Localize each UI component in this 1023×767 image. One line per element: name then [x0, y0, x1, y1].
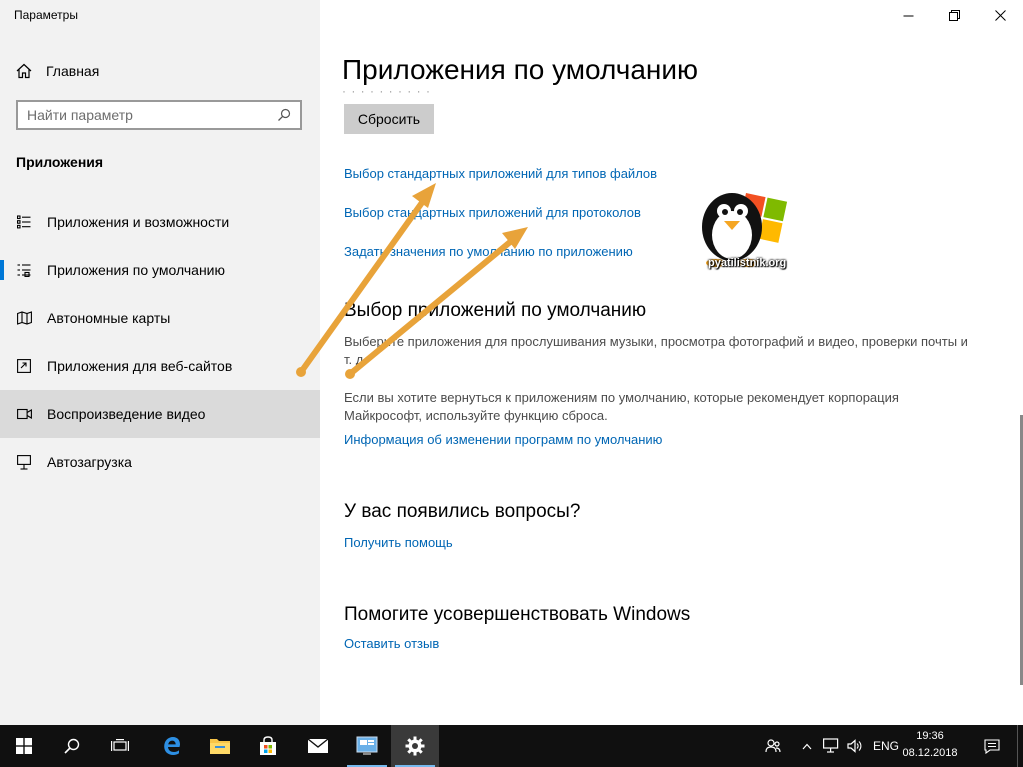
people-icon: [765, 739, 781, 753]
task-view-icon: [111, 739, 129, 751]
apps-features-icon: [16, 214, 32, 230]
sidebar: Параметры Главная Приложения Приложения …: [0, 0, 320, 725]
store-button[interactable]: [244, 725, 292, 767]
volume-button[interactable]: [844, 725, 866, 767]
section-title: Приложения: [16, 154, 104, 170]
close-icon: [994, 9, 1006, 21]
offline-maps-icon: [16, 310, 32, 326]
home-label: Главная: [46, 63, 100, 79]
default-apps-icon: [16, 262, 32, 278]
improve-heading: Помогите усовершенствовать Windows: [344, 604, 691, 625]
sidebar-nav: Приложения и возможности Приложения по у…: [0, 198, 320, 486]
clock-time: 19:36: [916, 730, 944, 742]
search-icon: [64, 738, 80, 754]
sidebar-item-label: Автономные карты: [47, 310, 171, 326]
apps-for-websites-icon: [16, 358, 32, 374]
search-box[interactable]: [16, 100, 302, 130]
main-content: Приложения по умолчанию · · · · · · · · …: [320, 0, 1023, 725]
task-view-button[interactable]: [96, 725, 144, 767]
volume-icon: [847, 739, 862, 753]
network-button[interactable]: [820, 725, 842, 767]
home-icon: [16, 63, 32, 79]
folder-icon: [210, 739, 230, 754]
notifications-icon: [984, 738, 1000, 754]
action-center-button[interactable]: [978, 725, 1006, 767]
show-desktop-button[interactable]: [1017, 725, 1023, 767]
feedback-link[interactable]: Оставить отзыв: [344, 636, 439, 651]
minimize-button[interactable]: [885, 0, 931, 30]
window-title: Параметры: [14, 8, 78, 22]
file-explorer-button[interactable]: [196, 725, 244, 767]
reset-button[interactable]: Сбросить: [344, 104, 434, 134]
sidebar-item-label: Приложения и возможности: [47, 214, 230, 230]
edge-button[interactable]: [148, 725, 196, 767]
scrolled-text-remnant: · · · · · · · · · ·: [342, 84, 431, 98]
control-panel-icon: [356, 736, 378, 755]
reset-description: Если вы хотите вернуться к приложениям п…: [344, 390, 899, 423]
maximize-button[interactable]: [931, 0, 977, 30]
mail-button[interactable]: [294, 725, 342, 767]
search-input[interactable]: [18, 102, 274, 128]
sidebar-item-apps-features[interactable]: Приложения и возможности: [0, 198, 320, 246]
close-button[interactable]: [977, 0, 1023, 30]
sidebar-item-apps-for-websites[interactable]: Приложения для веб-сайтов: [0, 342, 320, 390]
file-types-link[interactable]: Выбор стандартных приложений для типов ф…: [344, 166, 657, 181]
home-link[interactable]: Главная: [16, 60, 99, 82]
sidebar-item-video-playback[interactable]: Воспроизведение видео: [0, 390, 320, 438]
language-indicator[interactable]: ENG: [870, 725, 902, 767]
windows-start-icon: [16, 738, 32, 754]
mail-icon: [307, 738, 329, 753]
people-button[interactable]: [760, 725, 786, 767]
choose-defaults-heading: Выбор приложений по умолчанию: [344, 300, 647, 321]
sidebar-item-startup[interactable]: Автозагрузка: [0, 438, 320, 486]
clock-date: 08.12.2018: [902, 747, 958, 759]
get-help-link[interactable]: Получить помощь: [344, 535, 453, 550]
restore-icon: [948, 9, 960, 21]
start-button[interactable]: [0, 725, 48, 767]
taskbar: ENG 19:36 08.12.2018: [0, 725, 1023, 767]
clock[interactable]: 19:36 08.12.2018: [900, 728, 960, 762]
set-defaults-by-app-link[interactable]: Задать значения по умолчанию по приложен…: [344, 244, 633, 259]
info-change-defaults-link[interactable]: Информация об изменении программ по умол…: [344, 432, 662, 447]
sidebar-item-label: Воспроизведение видео: [47, 406, 206, 422]
protocols-link[interactable]: Выбор стандартных приложений для протоко…: [344, 205, 641, 220]
sidebar-item-label: Приложения по умолчанию: [47, 262, 225, 278]
sidebar-item-label: Автозагрузка: [47, 454, 132, 470]
startup-icon: [16, 454, 32, 470]
page-title: Приложения по умолчанию: [342, 54, 708, 86]
search-taskbar-button[interactable]: [48, 725, 96, 767]
gear-icon: [405, 736, 425, 756]
network-icon: [823, 738, 839, 753]
logo-text: pyatilistnik.org: [708, 257, 787, 269]
site-logo: pyatilistnik.org: [694, 183, 800, 279]
chevron-up-icon: [802, 743, 812, 749]
sidebar-item-label: Приложения для веб-сайтов: [47, 358, 233, 374]
store-icon: [260, 736, 276, 755]
show-hidden-icons-button[interactable]: [796, 725, 818, 767]
sidebar-item-default-apps[interactable]: Приложения по умолчанию: [0, 246, 320, 294]
video-playback-icon: [16, 406, 32, 422]
settings-button[interactable]: [391, 725, 439, 767]
sidebar-item-offline-maps[interactable]: Автономные карты: [0, 294, 320, 342]
minimize-icon: [903, 15, 913, 16]
search-icon[interactable]: [274, 105, 294, 125]
control-panel-button[interactable]: [343, 725, 391, 767]
questions-heading: У вас появились вопросы?: [344, 501, 581, 522]
edge-icon: [164, 737, 180, 755]
choose-defaults-description: Выберите приложения для прослушивания му…: [344, 334, 968, 367]
